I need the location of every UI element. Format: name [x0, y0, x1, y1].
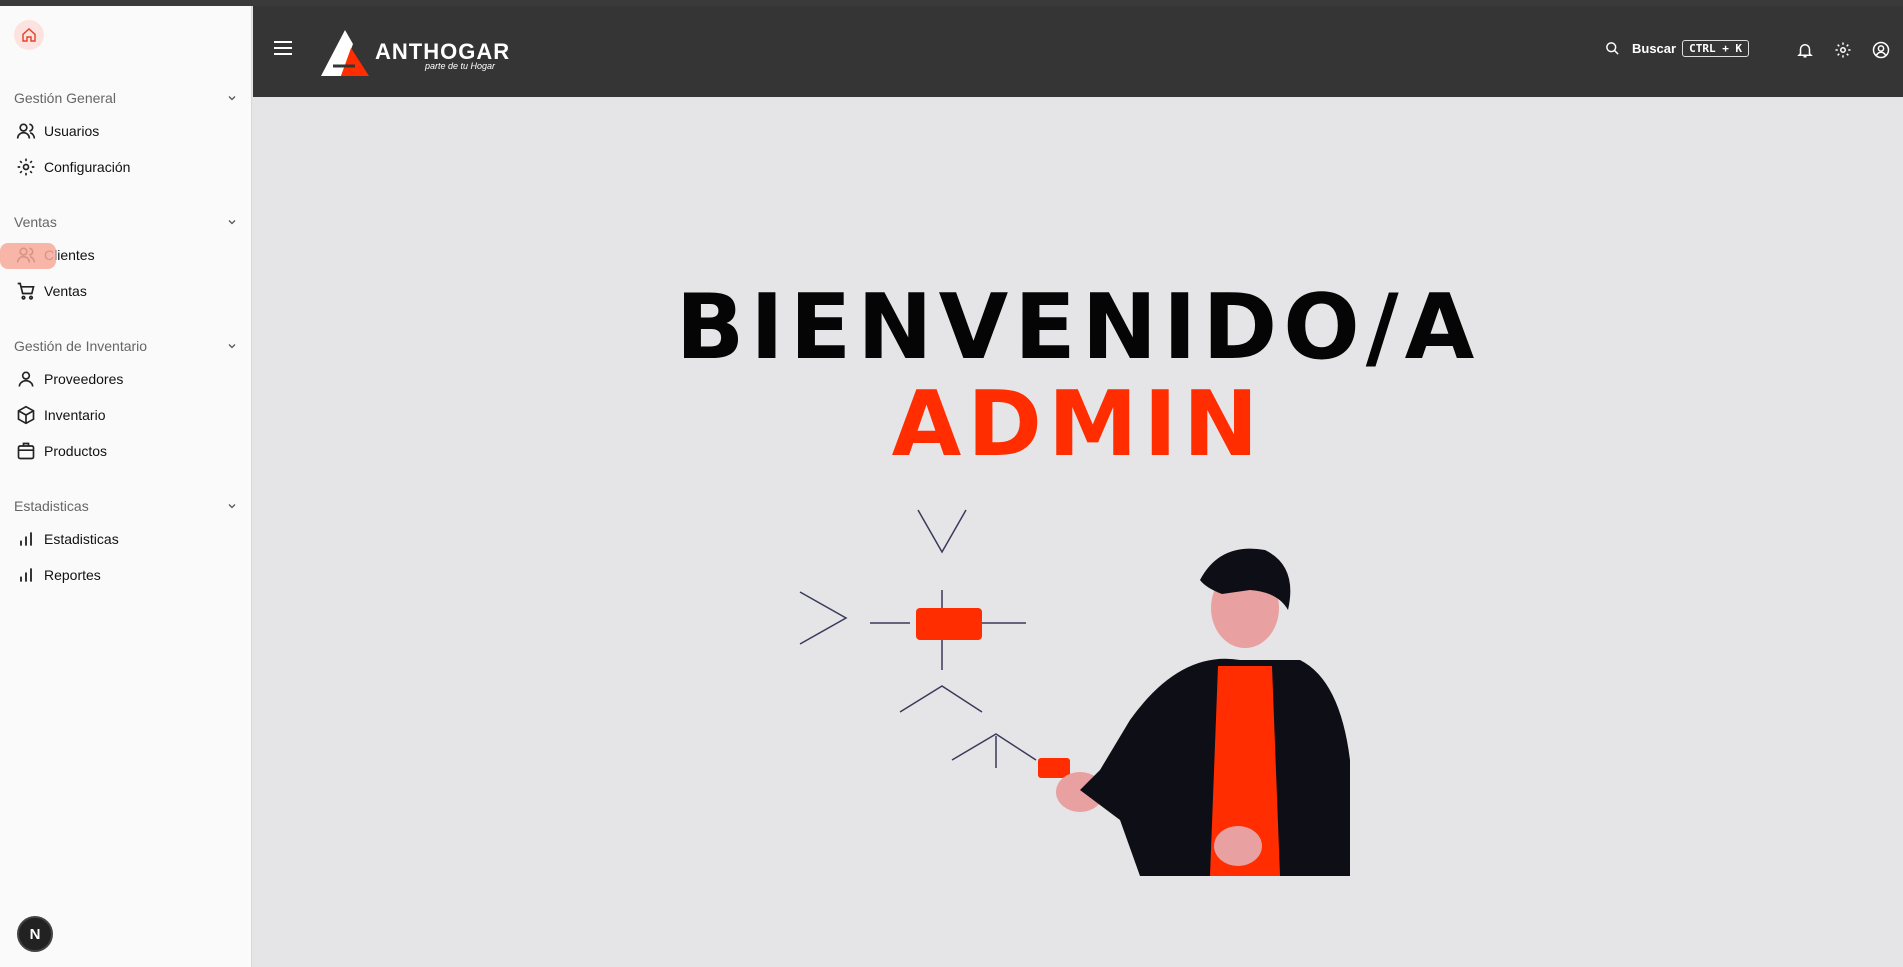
sidebar-item-label: Usuarios [44, 123, 100, 139]
group-title: Gestión de Inventario [14, 338, 148, 354]
menu-icon[interactable] [273, 40, 293, 61]
search-label: Buscar [1632, 41, 1677, 56]
sidebar: Gestión General Usuarios Configuración V… [0, 6, 252, 967]
group-inventario: Gestión de Inventario Proveedores Invent… [0, 331, 252, 469]
bar-chart-icon [14, 563, 38, 587]
sidebar-item-ventas[interactable]: Ventas [0, 273, 252, 309]
group-header[interactable]: Gestión General [0, 83, 252, 113]
tooltip-badge [0, 243, 56, 269]
brand-tagline: parte de tu Hogar [425, 61, 496, 71]
package-icon [14, 439, 38, 463]
account-icon[interactable] [1872, 41, 1890, 64]
sidebar-item-label: Proveedores [44, 371, 124, 387]
sidebar-item-label: Configuración [44, 159, 131, 175]
search-icon [1606, 42, 1619, 55]
sidebar-item-usuarios[interactable]: Usuarios [0, 113, 252, 149]
group-estadisticas: Estadisticas Estadisticas Reportes [0, 491, 252, 593]
user-icon [14, 367, 38, 391]
gear-icon[interactable] [1834, 41, 1852, 64]
group-title: Estadisticas [14, 498, 89, 514]
search-button[interactable]: Buscar CTRL + K [1605, 40, 1750, 57]
chevron-down-icon [228, 344, 236, 349]
group-header[interactable]: Ventas [0, 207, 252, 237]
gear-icon [14, 155, 38, 179]
search-shortcut: CTRL + K [1682, 40, 1750, 57]
bell-icon[interactable] [1796, 41, 1814, 64]
sidebar-item-productos[interactable]: Productos [0, 433, 252, 469]
sidebar-item-label: Estadisticas [44, 531, 119, 547]
top-header: ANTHOGAR parte de tu Hogar Buscar CTRL +… [253, 6, 1903, 97]
sidebar-item-estadisticas[interactable]: Estadisticas [0, 521, 252, 557]
sidebar-item-label: Reportes [44, 567, 101, 583]
group-header[interactable]: Gestión de Inventario [0, 331, 252, 361]
welcome-illustration [799, 509, 1350, 876]
home-button[interactable] [14, 20, 44, 50]
sidebar-item-configuracion[interactable]: Configuración [0, 149, 252, 185]
group-title: Gestión General [14, 90, 116, 106]
home-icon [22, 28, 36, 42]
chevron-down-icon [228, 96, 236, 101]
group-title: Ventas [14, 214, 57, 230]
group-gestion-general: Gestión General Usuarios Configuración [0, 83, 252, 185]
cart-icon [14, 279, 38, 303]
logo-mark-icon [321, 30, 369, 76]
sidebar-item-label: Inventario [44, 407, 106, 423]
sidebar-item-reportes[interactable]: Reportes [0, 557, 252, 593]
nextjs-devtools-button[interactable]: N [17, 916, 53, 952]
bar-chart-icon [14, 527, 38, 551]
box-icon [14, 403, 38, 427]
welcome-heading: BIENVENIDO/A [675, 275, 1481, 380]
sidebar-item-label: Ventas [44, 283, 87, 299]
users-icon [14, 119, 38, 143]
sidebar-item-label: Productos [44, 443, 108, 459]
sidebar-item-proveedores[interactable]: Proveedores [0, 361, 252, 397]
sidebar-item-inventario[interactable]: Inventario [0, 397, 252, 433]
chevron-down-icon [228, 504, 236, 509]
group-header[interactable]: Estadisticas [0, 491, 252, 521]
chevron-down-icon [228, 220, 236, 225]
role-heading: ADMIN [891, 372, 1265, 477]
